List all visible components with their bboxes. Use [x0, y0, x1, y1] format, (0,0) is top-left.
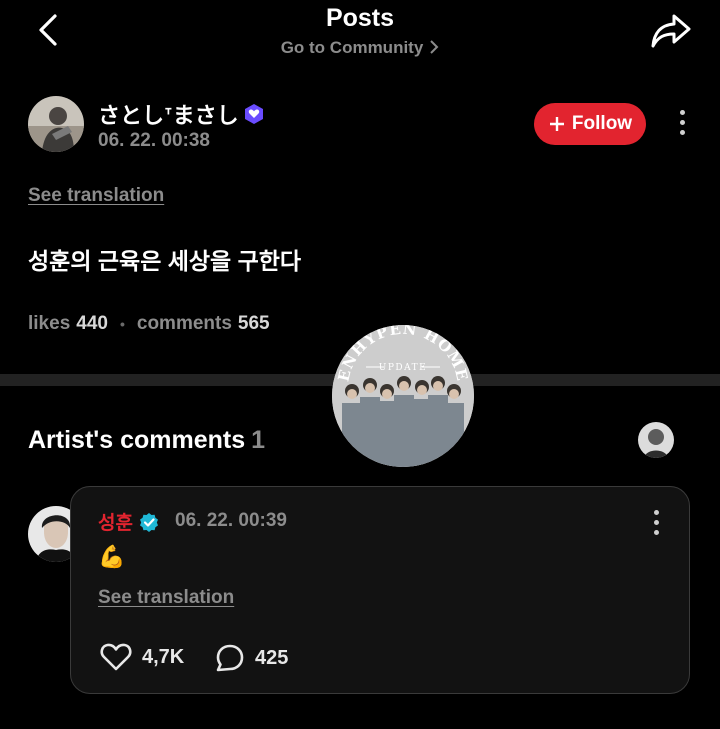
likes-count: 440	[76, 313, 108, 334]
go-to-community-label: Go to Community	[280, 38, 424, 57]
chevron-right-icon	[429, 39, 439, 60]
comment-reply-count: 425	[255, 646, 289, 669]
fan-badge-icon	[243, 103, 265, 125]
artist-name: 성훈	[98, 513, 133, 534]
verified-badge-icon	[139, 512, 159, 532]
go-to-community-link[interactable]: Go to Community	[0, 38, 720, 60]
comment-more-options-icon[interactable]	[653, 510, 659, 535]
post-author-name-row[interactable]: さとしᐪまさし	[98, 98, 265, 130]
comments-count: 565	[237, 313, 270, 334]
artist-filter-avatar[interactable]	[638, 422, 674, 458]
post-body-text: 성훈의 근육은 세상을 구한다	[28, 248, 302, 274]
artist-comments-heading: Artist's comments 1	[28, 426, 265, 455]
comments-label: comments	[136, 313, 232, 334]
comment-like-button[interactable]: 4,7K	[100, 643, 184, 671]
post-author-avatar[interactable]	[28, 96, 84, 152]
comment-reply-button[interactable]: 425	[215, 643, 288, 673]
artist-comments-count: 1	[251, 426, 266, 454]
artist-name-row[interactable]: 성훈	[98, 508, 159, 535]
post-timestamp: 06. 22. 00:38	[98, 130, 210, 151]
page-title: Posts	[325, 4, 395, 32]
likes-label: likes	[28, 313, 71, 334]
comment-body: 💪	[98, 544, 126, 569]
post-more-options-icon[interactable]	[679, 110, 685, 135]
speech-bubble-icon	[216, 644, 244, 672]
follow-button[interactable]: Follow	[534, 103, 646, 145]
artist-comments-title: Artist's comments	[28, 426, 246, 454]
comment-see-translation-link[interactable]: See translation	[98, 587, 234, 609]
post-author-name: さとしᐪまさし	[98, 103, 239, 128]
comment-timestamp: 06. 22. 00:39	[175, 510, 287, 531]
comment-like-count: 4,7K	[142, 645, 185, 668]
enhypen-home-watermark-logo: ENHYPEN HOME UPDATE	[332, 325, 474, 467]
see-translation-link[interactable]: See translation	[28, 185, 164, 207]
follow-label: Follow	[571, 113, 633, 134]
share-arrow-icon	[651, 14, 691, 48]
watermark-line2: UPDATE	[379, 363, 427, 373]
post-stats: likes 440 • comments 565	[28, 313, 270, 335]
heart-icon	[100, 643, 132, 671]
share-button[interactable]	[648, 10, 694, 52]
plus-icon	[548, 115, 566, 133]
stats-separator: •	[119, 316, 125, 332]
